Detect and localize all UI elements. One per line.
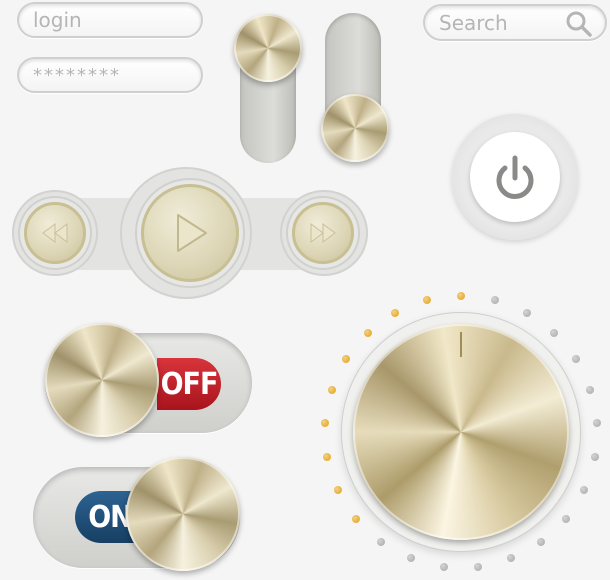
search-input[interactable]: Search (423, 4, 607, 41)
power-icon (496, 155, 534, 199)
level-dot-inactive (522, 308, 531, 317)
level-dot-active (321, 419, 330, 428)
level-dot-inactive (507, 554, 516, 563)
password-value: ******** (33, 64, 121, 86)
login-input[interactable]: login (17, 2, 203, 38)
play-icon (177, 214, 207, 252)
search-placeholder: Search (439, 10, 508, 35)
level-dot-active (352, 514, 361, 523)
level-dot-inactive (377, 538, 386, 547)
level-dot-active (323, 453, 332, 462)
power-button[interactable] (452, 114, 578, 240)
volume-knob-control[interactable] (341, 312, 581, 552)
level-dot-inactive (586, 385, 595, 394)
fast-forward-icon (310, 223, 336, 243)
level-dot-inactive (592, 419, 601, 428)
password-input[interactable]: ******** (17, 57, 203, 93)
level-dot-inactive (490, 296, 499, 305)
on-toggle[interactable]: ON (33, 457, 240, 571)
login-placeholder: login (33, 8, 82, 32)
vertical-toggle-2-knob[interactable] (321, 94, 389, 162)
off-label: OFF (157, 358, 221, 410)
off-toggle[interactable]: OFF (45, 323, 252, 437)
level-dot-active (457, 292, 465, 300)
level-dot-inactive (561, 514, 570, 523)
knob-indicator (460, 332, 462, 357)
play-button[interactable] (141, 184, 239, 282)
level-dot-inactive (439, 562, 448, 571)
on-toggle-knob[interactable] (126, 457, 240, 571)
level-dot-inactive (571, 355, 580, 364)
rewind-icon (42, 223, 68, 243)
search-icon[interactable] (565, 10, 593, 38)
level-dot-active (327, 385, 336, 394)
level-dot-active (423, 296, 432, 305)
previous-button[interactable] (24, 202, 86, 264)
off-toggle-knob[interactable] (45, 323, 159, 437)
level-dot-active (333, 485, 342, 494)
level-dot-inactive (580, 485, 589, 494)
vertical-toggle-1-knob[interactable] (234, 14, 302, 82)
level-dot-inactive (406, 554, 415, 563)
next-button[interactable] (292, 202, 354, 264)
level-dot-inactive (590, 453, 599, 462)
level-dot-inactive (536, 538, 545, 547)
level-dot-inactive (550, 328, 559, 337)
level-dot-inactive (474, 562, 483, 571)
level-dot-active (363, 328, 372, 337)
